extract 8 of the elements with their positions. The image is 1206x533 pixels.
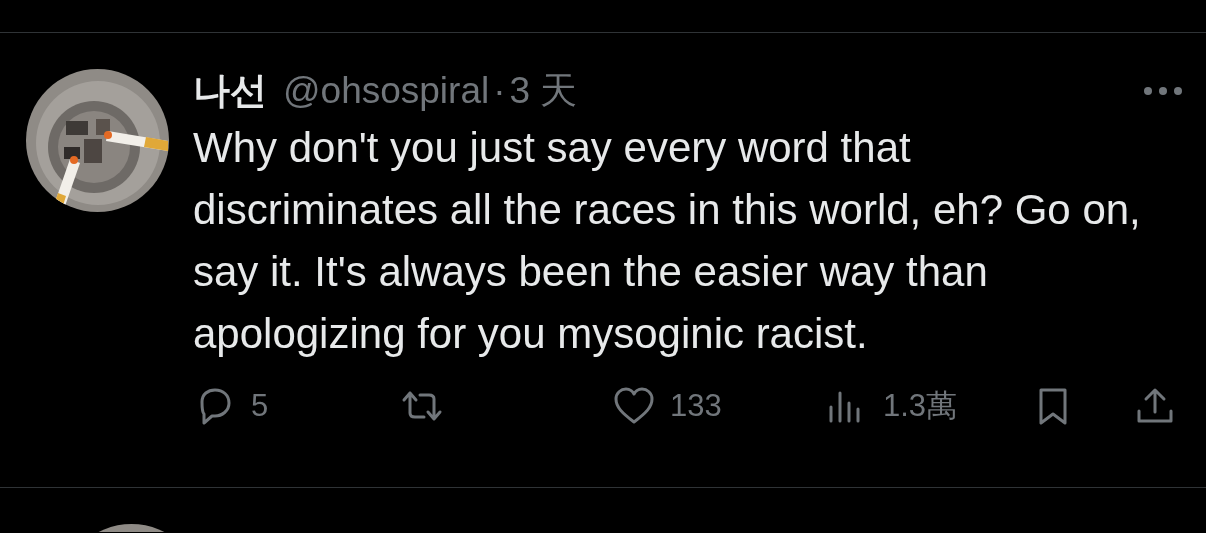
count: 5 xyxy=(251,387,269,425)
count: 1.3萬 xyxy=(883,387,958,425)
separator: · xyxy=(493,69,506,113)
display-name[interactable]: 나선 xyxy=(193,69,267,113)
user-handle[interactable]: @ohsospiral xyxy=(283,69,490,113)
timestamp[interactable]: 3 天 xyxy=(509,69,578,113)
tweet-text: Why don't you just say every word that discriminates all the races in this world, eh? Go on, say it. It's always been the easier way than apologizing for you mysoginic racist. xyxy=(193,123,1142,359)
count: 133 xyxy=(670,387,722,425)
